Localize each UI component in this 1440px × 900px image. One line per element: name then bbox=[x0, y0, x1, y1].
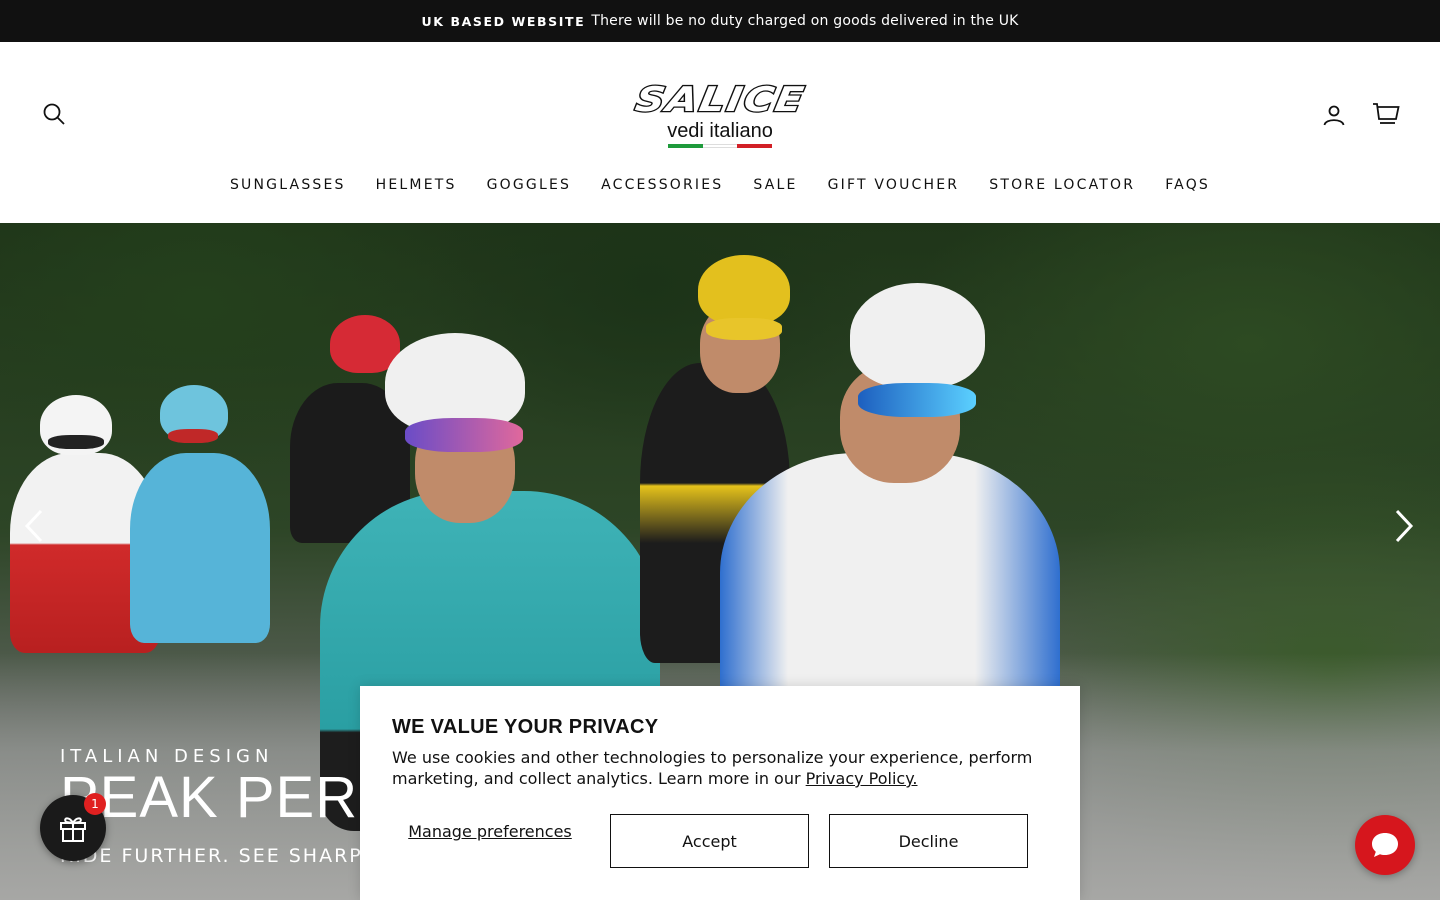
hero-title: PEAK PERF bbox=[60, 765, 395, 830]
decline-button[interactable]: Decline bbox=[829, 814, 1028, 868]
announcement-text: There will be no duty charged on goods d… bbox=[591, 13, 1019, 29]
chevron-right-icon bbox=[1395, 509, 1414, 543]
nav-item-sale[interactable]: SALE bbox=[738, 173, 812, 197]
chat-bubble-icon bbox=[1372, 833, 1398, 857]
rewards-badge: 1 bbox=[84, 793, 106, 815]
account-button[interactable] bbox=[1318, 99, 1350, 131]
logo-wordmark: SALICE bbox=[598, 79, 842, 121]
announcement-bar: UK BASED WEBSITE There will be no duty c… bbox=[0, 0, 1440, 42]
cookie-body: We use cookies and other technologies to… bbox=[392, 747, 1042, 789]
manage-preferences-link[interactable]: Manage preferences bbox=[392, 822, 588, 841]
slideshow-prev-button[interactable] bbox=[14, 506, 54, 546]
cookie-actions: Manage preferences Accept Decline bbox=[392, 814, 1048, 868]
search-button[interactable] bbox=[38, 98, 70, 130]
cookie-consent-dialog: WE VALUE YOUR PRIVACY We use cookies and… bbox=[360, 686, 1080, 900]
cart-icon bbox=[1373, 103, 1400, 124]
cookie-body-text: We use cookies and other technologies to… bbox=[392, 748, 1033, 788]
cookie-title: WE VALUE YOUR PRIVACY bbox=[392, 716, 659, 738]
site-logo[interactable]: SALICE vedi italiano bbox=[598, 79, 842, 152]
nav-item-faqs[interactable]: FAQS bbox=[1150, 173, 1225, 197]
cart-button[interactable] bbox=[1368, 97, 1404, 131]
nav-item-gift-voucher[interactable]: GIFT VOUCHER bbox=[813, 173, 975, 197]
announcement-strong: UK BASED WEBSITE bbox=[421, 13, 586, 29]
gift-icon bbox=[60, 817, 86, 842]
chevron-left-icon bbox=[24, 509, 43, 543]
nav-item-sunglasses[interactable]: SUNGLASSES bbox=[215, 173, 361, 197]
slideshow-next-button[interactable] bbox=[1384, 506, 1424, 546]
search-icon bbox=[43, 103, 65, 125]
nav-item-store-locator[interactable]: STORE LOCATOR bbox=[974, 173, 1150, 197]
accept-button[interactable]: Accept bbox=[610, 814, 809, 868]
site-header: SALICE vedi italiano SUNGLASSES HELMETS … bbox=[0, 42, 1440, 223]
logo-tagline: vedi italiano bbox=[667, 120, 773, 142]
logo-wordmark-text: SALICE bbox=[631, 79, 809, 121]
nav-item-goggles[interactable]: GOGGLES bbox=[472, 173, 587, 197]
nav-item-accessories[interactable]: ACCESSORIES bbox=[586, 173, 738, 197]
hero-kicker: ITALIAN DESIGN bbox=[60, 746, 274, 767]
chat-launcher-button[interactable] bbox=[1355, 815, 1415, 875]
logo-flag-stripe bbox=[668, 144, 773, 148]
main-nav: SUNGLASSES HELMETS GOGGLES ACCESSORIES S… bbox=[0, 173, 1440, 197]
hero-subtitle: RIDE FURTHER. SEE SHARPER bbox=[60, 845, 392, 867]
hero-caption: ITALIAN DESIGN PEAK PERF RIDE FURTHER. S… bbox=[60, 746, 395, 867]
privacy-policy-link[interactable]: Privacy Policy. bbox=[806, 769, 918, 788]
nav-item-helmets[interactable]: HELMETS bbox=[361, 173, 472, 197]
account-icon bbox=[1323, 105, 1345, 126]
